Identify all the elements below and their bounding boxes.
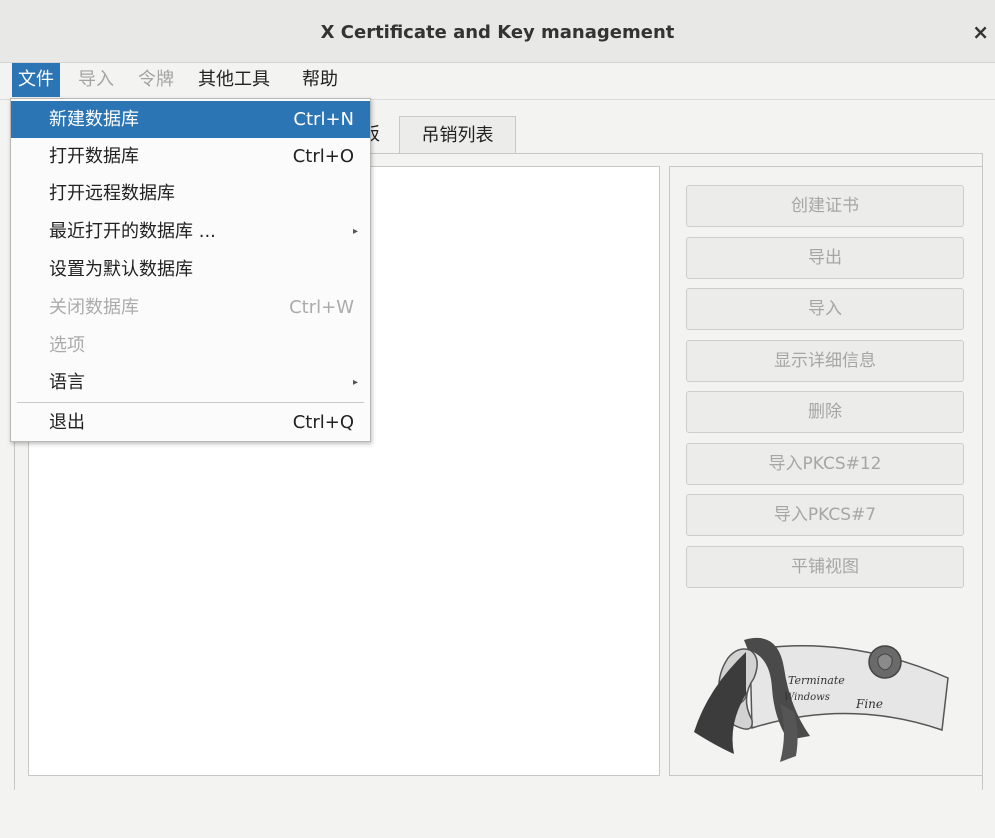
menu-item-label: 退出 xyxy=(49,412,85,433)
menu-bar: 文件 导入 令牌 其他工具 帮助 xyxy=(0,63,995,100)
menu-item-label: 语言 xyxy=(49,372,85,393)
import-pkcs12-button[interactable]: 导入PKCS#12 xyxy=(686,443,964,485)
export-button[interactable]: 导出 xyxy=(686,237,964,279)
import-button[interactable]: 导入 xyxy=(686,288,964,330)
menu-item-label: 打开数据库 xyxy=(49,146,139,167)
menu-file[interactable]: 文件 xyxy=(12,63,60,97)
import-pkcs7-button[interactable]: 导入PKCS#7 xyxy=(686,494,964,536)
menu-item-label: 设置为默认数据库 xyxy=(49,259,193,280)
menu-item-new-database[interactable]: 新建数据库 Ctrl+N xyxy=(11,101,370,138)
menu-item-quit[interactable]: 退出 Ctrl+Q xyxy=(11,404,370,441)
menu-item-close-database[interactable]: 关闭数据库 Ctrl+W xyxy=(11,289,370,326)
menu-item-label: 打开远程数据库 xyxy=(49,183,175,204)
scroll-logo-graphic: Terminate Windows Fine xyxy=(694,637,949,762)
menu-item-label: 新建数据库 xyxy=(49,109,139,130)
menu-item-shortcut: Ctrl+Q xyxy=(292,412,354,433)
window-title: X Certificate and Key management xyxy=(320,22,675,43)
file-dropdown-menu: 新建数据库 Ctrl+N 打开数据库 Ctrl+O 打开远程数据库 最近打开的数… xyxy=(10,98,371,442)
tab-crl[interactable]: 吊销列表 xyxy=(399,116,516,155)
menu-item-set-default-database[interactable]: 设置为默认数据库 xyxy=(11,251,370,288)
status-bar xyxy=(0,790,995,838)
show-details-button[interactable]: 显示详细信息 xyxy=(686,340,964,382)
close-icon[interactable]: × xyxy=(972,20,989,44)
logo-text-3: Fine xyxy=(855,697,883,711)
menu-item-shortcut: Ctrl+N xyxy=(293,109,354,130)
menu-item-language[interactable]: 语言 ▸ xyxy=(11,364,370,401)
delete-button[interactable]: 删除 xyxy=(686,391,964,433)
menu-import[interactable]: 导入 xyxy=(72,63,120,97)
menu-token[interactable]: 令牌 xyxy=(132,63,180,97)
create-certificate-button[interactable]: 创建证书 xyxy=(686,185,964,227)
menu-item-label: 最近打开的数据库 ... xyxy=(49,221,216,242)
menu-item-shortcut: Ctrl+O xyxy=(292,146,354,167)
menu-separator xyxy=(17,402,364,403)
menu-item-options[interactable]: 选项 xyxy=(11,327,370,364)
submenu-arrow-icon: ▸ xyxy=(352,226,358,237)
menu-item-label: 关闭数据库 xyxy=(49,297,139,318)
title-bar: X Certificate and Key management × xyxy=(0,0,995,63)
menu-help[interactable]: 帮助 xyxy=(296,63,344,97)
submenu-arrow-icon: ▸ xyxy=(352,377,358,388)
menu-item-label: 选项 xyxy=(49,335,85,356)
menu-item-open-database[interactable]: 打开数据库 Ctrl+O xyxy=(11,138,370,175)
flat-view-button[interactable]: 平铺视图 xyxy=(686,546,964,588)
menu-item-open-remote-database[interactable]: 打开远程数据库 xyxy=(11,175,370,212)
logo-text-2: Windows xyxy=(784,692,830,703)
menu-item-shortcut: Ctrl+W xyxy=(289,297,354,318)
logo-text-1: Terminate xyxy=(788,674,845,687)
scroll-logo: Terminate Windows Fine xyxy=(688,628,953,763)
menu-other-tools[interactable]: 其他工具 xyxy=(192,63,276,97)
menu-item-recent-databases[interactable]: 最近打开的数据库 ... ▸ xyxy=(11,213,370,250)
